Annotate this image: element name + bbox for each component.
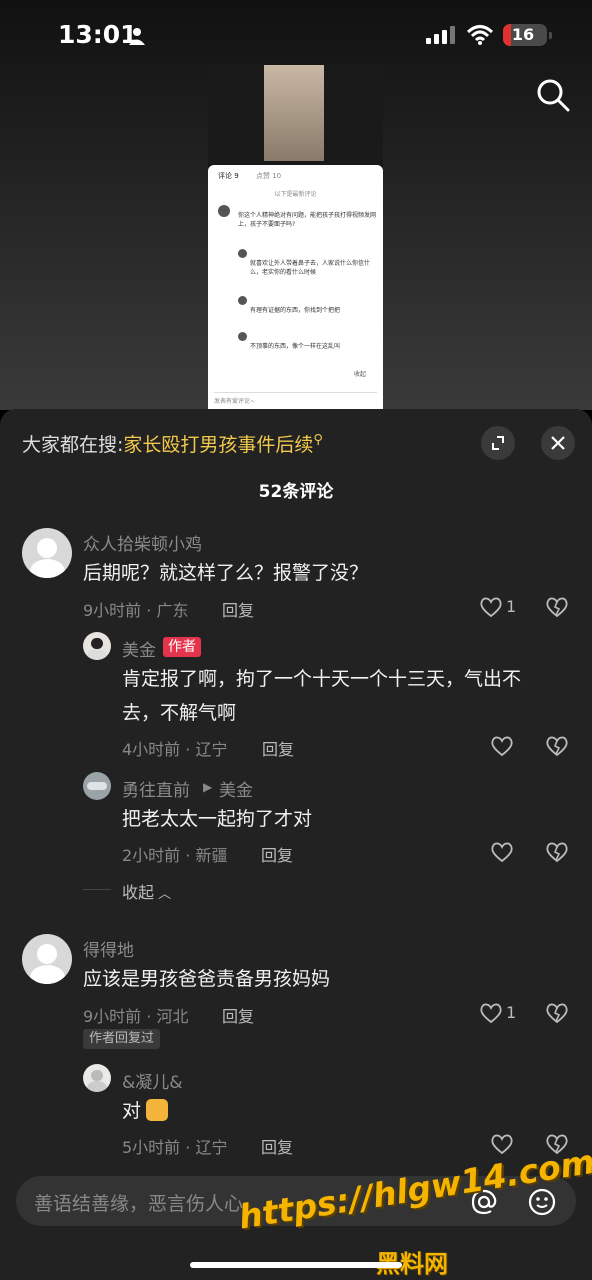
signal-icon <box>426 26 455 44</box>
comment-sheet: 大家都在搜:家长殴打男孩事件后续⚲ 52条评论 众人拾柴顿小鸡 后期呢？就这样了… <box>0 409 592 1280</box>
dislike-icon[interactable] <box>545 596 569 618</box>
emoji-icon[interactable] <box>527 1187 557 1217</box>
author-tag: 作者 <box>163 637 201 657</box>
thumb-avatar <box>238 249 247 258</box>
heart-icon[interactable] <box>490 735 514 757</box>
thumb-collapse: 收起 <box>354 371 367 378</box>
wifi-icon <box>466 25 494 45</box>
comment-input-placeholder: 善语结善缘，恶言伤人心 <box>34 1193 244 1215</box>
thumbnail-comment-card: 评论 9 点赞 10 以下是最新评论 你这个人精神绝对有问题，能把孩子孩打得视频… <box>208 165 383 410</box>
video-frame <box>208 65 383 165</box>
thumb-reply: 不顶事的东西，像个一样在这乱叫 <box>250 343 341 350</box>
comment-username[interactable]: 得得地 <box>83 936 134 961</box>
avatar[interactable] <box>83 632 111 660</box>
reply-text: 去，不解气啊 <box>122 702 237 724</box>
reply-to-arrow-icon: ▶ <box>203 780 213 794</box>
battery-level: 16 <box>511 25 535 44</box>
collapse-label: 收起 <box>122 883 155 902</box>
like-count: 1 <box>506 1003 517 1022</box>
expand-icon <box>492 436 504 450</box>
reply-text: 对 <box>122 1100 142 1122</box>
avatar[interactable] <box>83 1064 111 1092</box>
status-bar: 13:01 16 <box>0 0 592 70</box>
comment-meta: 2小时前 · 新疆 <box>122 846 228 865</box>
video-preview-area: 13:01 16 评论 9 点赞 10 以下是最新评论 你这个人精神绝对有问题，… <box>0 0 592 410</box>
hot-search-keyword[interactable]: 家长殴打男孩事件后续 <box>123 434 313 456</box>
comment-meta: 4小时前 · 辽宁 <box>122 740 228 759</box>
thumb-reply: 就喜欢让外人带着鼻子去，人家说什么你信什么，老实你的看什么时候 <box>250 260 371 276</box>
person-icon <box>129 28 145 45</box>
reply-username[interactable]: 美金 <box>122 636 156 661</box>
home-indicator <box>190 1262 402 1268</box>
close-icon <box>551 436 565 450</box>
video-thumbnail[interactable]: 评论 9 点赞 10 以下是最新评论 你这个人精神绝对有问题，能把孩子孩打得视频… <box>208 65 383 410</box>
reply-username[interactable]: &凝儿& <box>122 1068 183 1093</box>
reply-button[interactable]: 回复 <box>222 597 254 621</box>
status-time: 13:01 <box>58 20 138 49</box>
search-icon[interactable] <box>536 78 570 112</box>
dislike-icon[interactable] <box>545 735 569 757</box>
thumb-tab-likes: 点赞 10 <box>256 172 282 180</box>
reply-button[interactable]: 回复 <box>262 736 294 760</box>
thumb-avatar <box>218 205 230 217</box>
reply-button[interactable]: 回复 <box>261 1134 293 1158</box>
thumb-avatar <box>238 332 247 341</box>
comment-text: 应该是男孩爸爸责备男孩妈妈 <box>83 968 331 990</box>
reply-text: 肯定报了啊，拘了一个十天一个十三天，气出不 <box>122 668 522 690</box>
reply-button[interactable]: 回复 <box>261 842 293 866</box>
collapse-button[interactable]: 收起 ︿ <box>122 879 171 903</box>
heart-icon[interactable] <box>490 1133 514 1155</box>
heart-icon[interactable] <box>479 596 503 618</box>
hot-search-label: 大家都在搜: <box>22 434 124 456</box>
comment-text: 后期呢？就这样了么？报警了没？ <box>83 562 369 584</box>
dislike-icon[interactable] <box>545 1002 569 1024</box>
reply-text: 把老太太一起拘了才对 <box>122 808 313 830</box>
chevron-up-icon: ︿ <box>154 887 172 902</box>
thumb-comment: 你这个人精神绝对有问题，能把孩子孩打得视频发网上，孩子不要面子吗? <box>238 212 377 228</box>
thumb-notice: 以下是最新评论 <box>274 191 317 198</box>
close-button[interactable] <box>541 426 575 460</box>
thumb-tab-comments: 评论 9 <box>218 172 239 180</box>
author-replied-badge: 作者回复过 <box>83 1029 161 1049</box>
comment-input-bar: 善语结善缘，恶言伤人心 https://hlgw14.com 黑料网 <box>0 1142 592 1280</box>
divider <box>83 889 111 890</box>
dislike-icon[interactable] <box>545 841 569 863</box>
reply-button[interactable]: 回复 <box>222 1003 254 1027</box>
thumb-avatar <box>238 296 247 305</box>
comment-meta: 9小时前 · 广东 <box>83 601 189 620</box>
comment-username[interactable]: 众人拾柴顿小鸡 <box>83 530 202 555</box>
thumbs-up-emoji-icon <box>146 1099 168 1121</box>
avatar[interactable] <box>22 528 72 578</box>
battery-icon: 16 <box>503 24 552 46</box>
comment-meta: 9小时前 · 河北 <box>83 1007 189 1026</box>
comment-meta: 5小时前 · 辽宁 <box>122 1138 228 1157</box>
hot-search[interactable]: 大家都在搜:家长殴打男孩事件后续⚲ <box>22 430 323 457</box>
reply-to-username[interactable]: 美金 <box>219 776 253 801</box>
expand-button[interactable] <box>481 426 515 460</box>
thumb-reply: 有理有证据的东西，你找到个把把 <box>250 307 341 314</box>
search-small-icon: ⚲ <box>313 432 323 448</box>
heart-icon[interactable] <box>479 1002 503 1024</box>
thumb-input: 发表有爱评论~ <box>214 392 377 406</box>
heart-icon[interactable] <box>490 841 514 863</box>
reply-username[interactable]: 勇往直前 <box>122 776 190 801</box>
avatar[interactable] <box>22 934 72 984</box>
like-count: 1 <box>506 597 517 616</box>
avatar[interactable] <box>83 772 111 800</box>
comment-count: 52条评论 <box>258 482 334 502</box>
